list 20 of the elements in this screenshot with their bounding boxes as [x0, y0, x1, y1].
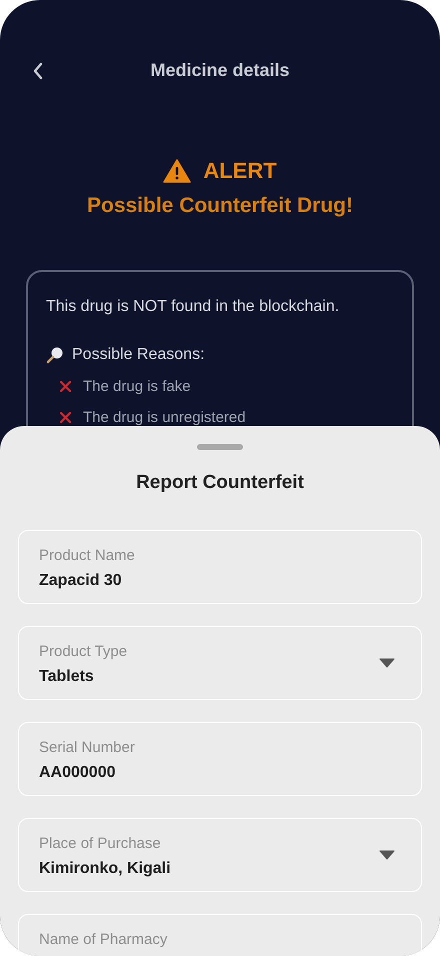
- back-icon[interactable]: [32, 62, 44, 80]
- reasons-heading: Possible Reasons:: [72, 346, 205, 364]
- screen-title: Medicine details: [150, 60, 290, 80]
- input-field[interactable]: Product Name Zapacid 30: [18, 530, 422, 604]
- result-statement: This drug is NOT found in the blockchain.: [46, 298, 340, 316]
- reason-text: The drug is unregistered: [83, 409, 246, 426]
- caret-icon: [379, 658, 395, 668]
- drag-handle[interactable]: [197, 444, 243, 450]
- caret-icon: [379, 850, 395, 860]
- dropdown-field[interactable]: Product Type Tablets: [18, 626, 422, 700]
- sheet-title: Report Counterfeit: [136, 472, 304, 494]
- alert-message: Possible Counterfeit Drug!: [86, 194, 354, 218]
- warning-icon: [163, 159, 192, 183]
- reason-text: The drug is fake: [83, 378, 191, 395]
- cross-icon: [60, 381, 71, 392]
- magnifier-icon: [46, 346, 64, 364]
- cross-icon: [60, 412, 71, 423]
- input-field[interactable]: Serial Number AA000000: [18, 722, 422, 796]
- dropdown-field[interactable]: Place of Purchase Kimironko, Kigali: [18, 818, 422, 892]
- alert-label: ALERT: [203, 158, 277, 184]
